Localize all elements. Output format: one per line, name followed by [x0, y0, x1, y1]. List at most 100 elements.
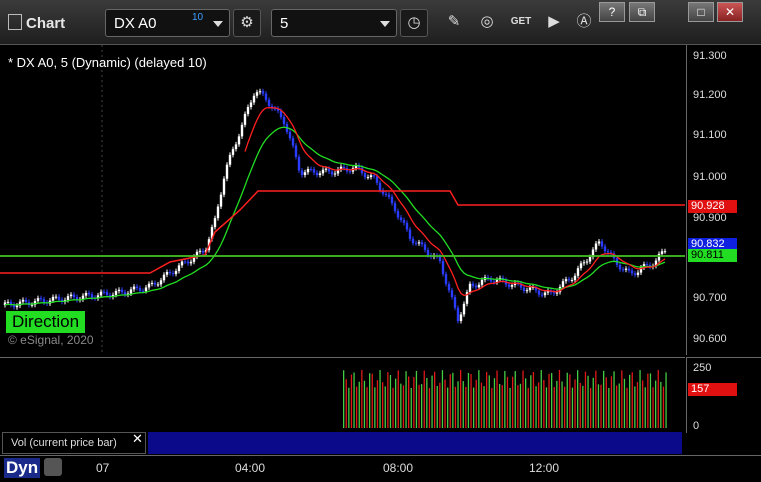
- lock-icon[interactable]: [44, 458, 62, 476]
- candle: [525, 290, 529, 292]
- candle: [423, 244, 427, 250]
- symbol-input[interactable]: DX A0 10: [105, 9, 230, 37]
- candle: [417, 242, 421, 244]
- candle: [288, 131, 292, 139]
- volume-bar: [652, 387, 654, 428]
- time-axis[interactable]: Dyn 07 04:00 08:00 12:00: [0, 455, 761, 482]
- volume-bar: [530, 375, 532, 428]
- time-tick: 04:00: [235, 461, 266, 475]
- candle: [327, 168, 331, 172]
- candle: [66, 296, 70, 301]
- maximize-button[interactable]: □: [688, 2, 714, 22]
- interval-input[interactable]: 5: [271, 9, 397, 37]
- close-button[interactable]: ✕: [717, 2, 743, 22]
- volume-bar: [491, 387, 493, 428]
- volume-bar: [366, 387, 368, 428]
- volume-bar: [358, 381, 360, 428]
- pencil-icon: ✎: [447, 13, 461, 30]
- volume-bar: [605, 377, 607, 428]
- candle: [630, 270, 634, 274]
- settings-button[interactable]: ⚙: [233, 9, 261, 37]
- volume-bar: [525, 378, 527, 428]
- volume-bar: [535, 386, 537, 428]
- alert-button[interactable]: Ⓐ: [570, 9, 598, 37]
- candle: [348, 171, 352, 173]
- candle: [657, 253, 661, 261]
- candle: [441, 261, 445, 275]
- candle: [294, 145, 298, 157]
- help-icon: ?: [608, 5, 616, 19]
- volume-bar: [418, 384, 420, 428]
- candle: [141, 290, 145, 292]
- volume-bar: [571, 387, 574, 428]
- red-stop-line: [0, 190, 685, 274]
- volume-bar: [392, 387, 394, 428]
- candle: [225, 164, 229, 179]
- price-tick: 91.200: [693, 89, 727, 101]
- a-icon: Ⓐ: [576, 13, 592, 30]
- volume-bar: [350, 374, 353, 428]
- candle: [444, 274, 448, 285]
- candle: [30, 304, 34, 306]
- volume-pane[interactable]: [0, 357, 685, 433]
- candle: [168, 271, 172, 274]
- get-button[interactable]: GET: [507, 9, 535, 37]
- volume-bar: [483, 386, 485, 428]
- candle: [99, 291, 103, 296]
- candle: [312, 169, 316, 173]
- volume-bar: [595, 370, 597, 428]
- candle: [471, 283, 475, 286]
- volume-bar: [371, 373, 373, 428]
- chevron-down-icon[interactable]: [380, 21, 390, 27]
- volume-bar: [402, 385, 405, 428]
- volume-bar: [512, 376, 514, 428]
- price-chart[interactable]: * DX A0, 5 (Dynamic) (delayed 10) Direct…: [0, 45, 685, 355]
- clock-icon: ◷: [407, 14, 421, 31]
- candle: [585, 261, 589, 263]
- app-title-label: Chart: [26, 15, 66, 32]
- candle: [663, 251, 667, 253]
- candle: [15, 305, 19, 308]
- volume-bar: [662, 386, 665, 428]
- candle: [144, 287, 148, 292]
- volume-bar: [644, 387, 646, 428]
- candle: [84, 292, 88, 296]
- volume-bar: [345, 379, 347, 428]
- candle: [624, 268, 628, 270]
- close-icon: ✕: [724, 5, 736, 19]
- candle: [117, 289, 121, 291]
- volume-bar: [423, 370, 425, 428]
- volume-bar: [584, 371, 587, 428]
- candle: [390, 196, 394, 204]
- dyn-button[interactable]: Dyn: [4, 458, 41, 478]
- candle: [633, 273, 637, 275]
- volume-bar: [600, 384, 602, 428]
- chevron-down-icon[interactable]: [213, 21, 223, 27]
- volume-bar: [428, 387, 431, 428]
- close-icon[interactable]: ✕: [132, 431, 143, 447]
- restore-button[interactable]: ⧉: [629, 2, 655, 22]
- volume-bar: [631, 372, 633, 428]
- volume-bar: [579, 382, 581, 428]
- help-button[interactable]: ?: [599, 2, 625, 22]
- volume-study-label: Vol (current price bar): [2, 432, 146, 454]
- candle: [618, 264, 622, 270]
- volume-bar: [629, 374, 631, 428]
- candle: [543, 292, 547, 296]
- volume-bar: [561, 381, 563, 428]
- draw-button[interactable]: ✎: [440, 9, 468, 37]
- chart-style-button[interactable]: ◎: [473, 9, 501, 37]
- candle: [249, 102, 253, 108]
- candle: [570, 280, 574, 282]
- candle: [510, 284, 514, 287]
- candle: [576, 268, 580, 276]
- play-button[interactable]: ▶: [540, 9, 568, 37]
- candle: [282, 117, 286, 125]
- volume-bar: [486, 371, 488, 428]
- candle: [219, 194, 223, 207]
- candle: [264, 93, 268, 100]
- candle: [183, 261, 187, 263]
- symbol-delay: 10: [192, 12, 204, 23]
- volume-bar: [590, 387, 592, 428]
- time-button[interactable]: ◷: [400, 9, 428, 37]
